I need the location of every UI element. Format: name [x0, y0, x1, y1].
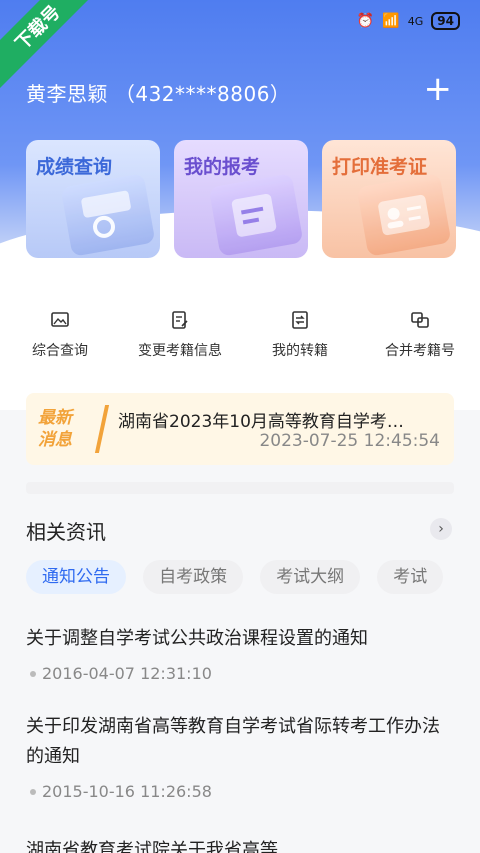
chevron-right-icon[interactable]: ›	[430, 518, 452, 540]
list-item[interactable]: 湖南省教育考试院关于我省高等	[26, 836, 456, 853]
my-registration-card[interactable]: 我的报考	[174, 140, 308, 258]
user-info: 黄李思颖 （432****8806）	[26, 78, 290, 107]
news-title: 湖南省2023年10月高等教育自学考…	[118, 412, 404, 432]
network-label: 4G	[407, 14, 424, 28]
article-date: 2015-10-16 11:26:58	[26, 782, 456, 801]
badge-line: 消息	[38, 430, 72, 450]
print-admission-card[interactable]: 打印准考证	[322, 140, 456, 258]
user-name: 黄李思颖	[26, 82, 108, 106]
tab-exam[interactable]: 考试	[377, 560, 444, 594]
news-tabs: 通知公告 自考政策 考试大纲 考试	[26, 560, 480, 596]
tab-policy[interactable]: 自考政策	[143, 560, 244, 594]
alarm-icon: ⏰	[356, 13, 375, 29]
list-item[interactable]: 关于印发湖南省高等教育自学考试省际转考工作办法的通知 2015-10-16 11…	[26, 712, 456, 801]
article-title: 湖南省教育考试院关于我省高等	[26, 840, 278, 853]
quick-comprehensive-query[interactable]: 综合查询	[5, 310, 115, 374]
add-button[interactable]: +	[424, 72, 453, 106]
article-title: 关于调整自学考试公共政治课程设置的通知	[26, 628, 368, 649]
article-date: 2016-04-07 12:31:10	[26, 664, 456, 683]
id-card-icon	[356, 173, 452, 257]
news-time: 2023-07-25 12:45:54	[259, 431, 440, 451]
quick-my-transfer[interactable]: 我的转籍	[245, 310, 355, 374]
my-registration-label: 我的报考	[184, 156, 261, 178]
score-query-label: 成绩查询	[36, 156, 113, 178]
quick-label: 合并考籍号	[385, 343, 455, 359]
article-title: 关于印发湖南省高等教育自学考试省际转考工作办法的通知	[26, 716, 440, 767]
score-100-icon	[60, 173, 156, 257]
wifi-icon: 📶	[382, 13, 400, 29]
battery-icon: 94	[431, 12, 460, 30]
quick-label: 我的转籍	[272, 343, 328, 359]
print-admission-label: 打印准考证	[332, 156, 428, 178]
quick-label: 综合查询	[32, 343, 88, 359]
latest-news-banner[interactable]: 最新 消息 湖南省2023年10月高等教育自学考… 2023-07-25 12:…	[26, 393, 454, 465]
edit-doc-icon	[172, 311, 188, 329]
list-item[interactable]: 关于调整自学考试公共政治课程设置的通知 2016-04-07 12:31:10	[26, 624, 456, 683]
transfer-doc-icon	[292, 311, 308, 329]
quick-label: 变更考籍信息	[138, 343, 222, 359]
form-pen-icon	[208, 173, 304, 257]
section-divider	[26, 482, 454, 494]
latest-news-badge: 最新 消息	[38, 407, 96, 451]
quick-merge-registration[interactable]: 合并考籍号	[365, 310, 475, 374]
quick-actions: 综合查询 变更考籍信息 我的转籍 合并考籍号	[0, 310, 480, 374]
merge-icon	[411, 312, 429, 328]
badge-line: 最新	[38, 408, 72, 428]
user-id: （432****8806）	[114, 82, 291, 106]
main-cards: 成绩查询 我的报考 打印准考证	[26, 140, 456, 258]
tab-notices[interactable]: 通知公告	[26, 560, 126, 594]
news-divider	[94, 405, 110, 453]
score-query-card[interactable]: 成绩查询	[26, 140, 160, 258]
tab-syllabus[interactable]: 考试大纲	[260, 560, 361, 594]
status-bar: ⏰ 📶 4G 94	[357, 12, 460, 30]
image-icon	[51, 312, 69, 327]
section-title: 相关资讯	[26, 520, 106, 544]
quick-change-registration[interactable]: 变更考籍信息	[125, 310, 235, 374]
